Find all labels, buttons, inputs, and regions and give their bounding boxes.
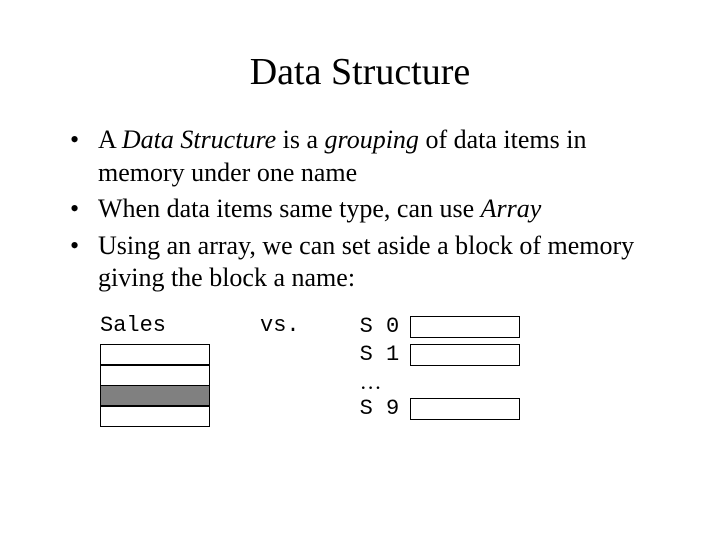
bullet-1-em-1: Data Structure (122, 125, 276, 154)
diagram: Sales vs. S 0 S 1 … S 9 (100, 313, 660, 428)
s-box-9 (410, 398, 520, 420)
sales-label: Sales (100, 313, 210, 338)
sales-box-stack (100, 344, 210, 428)
bullet-2-em: Array (481, 194, 542, 223)
s-column: S 0 S 1 … S 9 (360, 313, 520, 423)
sales-box-0 (100, 344, 210, 366)
s-label-0: S 0 (360, 314, 410, 339)
s-label-1: S 1 (360, 342, 410, 367)
s-row-1: S 1 (360, 341, 520, 369)
bullet-2: When data items same type, can use Array (70, 193, 660, 226)
bullet-1: A Data Structure is a grouping of data i… (70, 124, 660, 189)
sales-column: Sales (100, 313, 210, 428)
s-row-ellipsis: … (360, 369, 520, 395)
s-label-9: S 9 (360, 396, 410, 421)
bullet-1-text-mid: is a (276, 125, 324, 154)
bullet-list: A Data Structure is a grouping of data i… (70, 124, 660, 295)
slide-title: Data Structure (60, 50, 660, 94)
vs-label: vs. (260, 313, 300, 338)
slide: Data Structure A Data Structure is a gro… (0, 0, 720, 540)
s-row-0: S 0 (360, 313, 520, 341)
bullet-3: Using an array, we can set aside a block… (70, 230, 660, 295)
s-box-1 (410, 344, 520, 366)
sales-box-1 (100, 364, 210, 386)
s-box-0 (410, 316, 520, 338)
ellipsis-label: … (360, 369, 382, 395)
bullet-1-text-pre: A (98, 125, 122, 154)
sales-box-3 (100, 405, 210, 427)
bullet-1-em-2: grouping (325, 125, 419, 154)
s-row-9: S 9 (360, 395, 520, 423)
sales-box-2 (100, 385, 210, 407)
bullet-2-text-pre: When data items same type, can use (98, 194, 481, 223)
bullet-3-text: Using an array, we can set aside a block… (98, 231, 634, 293)
